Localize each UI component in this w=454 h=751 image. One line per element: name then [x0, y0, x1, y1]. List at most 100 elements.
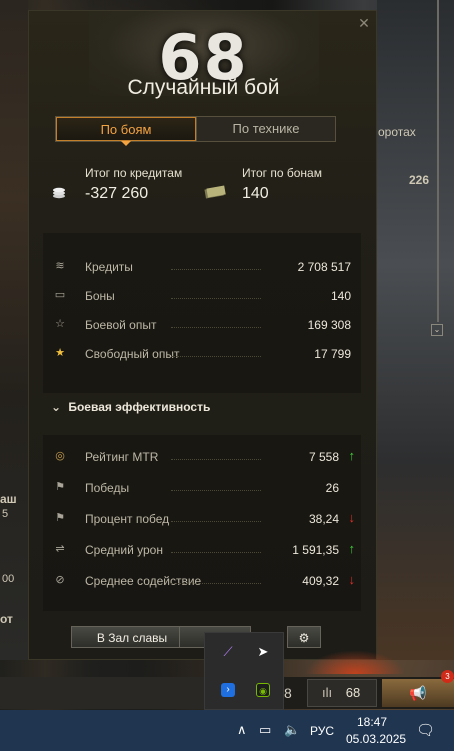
notification-center-icon[interactable]: 🗨 — [416, 721, 435, 739]
background-value: 226 — [409, 173, 430, 187]
total-bonds: Итог по бонам 140 — [242, 166, 322, 203]
stats-button[interactable]: ılı 68 — [307, 679, 377, 707]
total-credits-value: -327 260 — [85, 185, 149, 202]
bonds-icon — [204, 185, 226, 199]
battle-results-panel: ✕ 68 Случайный бой По боям По технике Ит… — [28, 10, 377, 660]
efficiency-value: 26 — [325, 481, 339, 495]
stats-value: 68 — [345, 685, 361, 700]
free-xp-star-icon: ★ — [55, 347, 65, 359]
clock-date[interactable]: 05.03.2025 — [346, 732, 406, 746]
system-tray-popup: ⟋ ➤ › ◉ — [204, 632, 284, 710]
volume-icon[interactable]: 🔈 — [284, 722, 300, 738]
credits-icon: ≋ — [55, 260, 65, 272]
background-fragment: 5 — [2, 508, 9, 520]
efficiency-row-victories: ⚑ Победы 26 — [43, 478, 361, 498]
network-icon[interactable]: ▭ — [259, 722, 271, 738]
resource-label: Боны — [85, 289, 115, 303]
dotted-leader — [171, 327, 261, 328]
win-rate-flag-icon: ⚑ — [55, 512, 65, 524]
tab-by-battles[interactable]: По боям — [56, 117, 196, 146]
trend-down-icon: ↓ — [348, 510, 356, 525]
efficiency-label: Процент побед — [85, 512, 170, 526]
battle-mode-title: Случайный бой — [127, 76, 280, 99]
background-fragment: от — [0, 612, 13, 626]
resources-list: ≋ Кредиты 2 708 517 ▭ Боны 140 ☆ Боевой … — [43, 233, 361, 393]
nvidia-icon[interactable]: ◉ — [256, 683, 270, 697]
gear-icon[interactable]: ⚙ — [287, 626, 321, 648]
background-fragment: 00 — [2, 573, 15, 585]
chevron-up-icon[interactable]: ∧ — [237, 722, 247, 738]
bonds-icon: ▭ — [54, 289, 66, 301]
bottom-left-value: 8 — [284, 685, 292, 701]
dotted-leader — [171, 298, 261, 299]
bar-chart-icon: ılı — [322, 685, 333, 700]
victory-flag-icon: ⚑ — [55, 481, 65, 493]
chevron-down-icon[interactable]: ⌄ — [51, 400, 65, 414]
background-scrollbar[interactable]: ⌄ — [431, 0, 445, 340]
efficiency-section-title: Боевая эффективность — [68, 400, 211, 414]
resource-row-free-xp: ★ Свободный опыт 17 799 — [43, 344, 361, 364]
results-tabs: По боям По технике — [55, 116, 336, 146]
dotted-leader — [171, 269, 261, 270]
resource-label: Свободный опыт — [85, 347, 180, 361]
dotted-leader — [171, 356, 261, 357]
total-credits: Итог по кредитам -327 260 — [85, 166, 182, 203]
notifications-button[interactable]: 📢 — [382, 679, 454, 707]
xp-star-icon: ☆ — [55, 318, 65, 330]
tab-by-vehicles[interactable]: По технике — [196, 117, 335, 141]
background-fragment: аш — [0, 492, 17, 506]
scroll-down-chevron-icon[interactable]: ⌄ — [431, 324, 443, 336]
trend-down-icon: ↓ — [348, 572, 356, 587]
resource-value: 17 799 — [314, 347, 351, 361]
mtr-rating-icon: ◎ — [55, 450, 65, 462]
efficiency-value: 38,24 — [308, 512, 339, 526]
trend-up-icon: ↑ — [348, 448, 356, 463]
total-bonds-value: 140 — [242, 185, 269, 202]
resource-label: Кредиты — [85, 260, 133, 274]
megaphone-icon: 📢 — [409, 685, 427, 701]
hall-of-fame-button[interactable]: В Зал славы — [71, 626, 193, 648]
efficiency-section-header[interactable]: ⌄ Боевая эффективность — [51, 400, 210, 414]
efficiency-row-win-rate: ⚑ Процент побед 38,24 ↓ — [43, 509, 361, 529]
dotted-leader — [171, 552, 261, 553]
total-bonds-label: Итог по бонам — [242, 166, 322, 180]
language-indicator[interactable]: РУС — [310, 724, 334, 738]
arrow-app-icon[interactable]: › — [221, 683, 235, 697]
efficiency-row-avg-assist: ⊘ Среднее содействие 409,32 ↓ — [43, 571, 361, 591]
resource-label: Боевой опыт — [85, 318, 157, 332]
efficiency-label: Рейтинг MTR — [85, 450, 159, 464]
coins-icon — [53, 187, 65, 199]
scroll-track[interactable] — [437, 0, 439, 322]
total-credits-label: Итог по кредитам — [85, 166, 183, 180]
efficiency-row-avg-damage: ⇌ Средний урон 1 591,35 ↑ — [43, 540, 361, 560]
resource-row-credits: ≋ Кредиты 2 708 517 — [43, 257, 361, 277]
notification-badge: 3 — [441, 670, 454, 683]
efficiency-row-mtr: ◎ Рейтинг MTR 7 558 ↑ — [43, 447, 361, 467]
efficiency-label: Средний урон — [85, 543, 163, 557]
resource-value: 169 308 — [307, 318, 351, 332]
dotted-leader — [171, 583, 261, 584]
efficiency-label: Среднее содействие — [85, 574, 202, 588]
windows-taskbar: ∧ ▭ 🔈 РУС 18:47 05.03.2025 🗨 — [0, 710, 454, 751]
feather-app-icon[interactable]: ⟋ — [217, 641, 239, 663]
resource-row-bonds: ▭ Боны 140 — [43, 286, 361, 306]
efficiency-value: 409,32 — [302, 574, 339, 588]
resource-row-combat-xp: ☆ Боевой опыт 169 308 — [43, 315, 361, 335]
damage-icon: ⇌ — [55, 543, 65, 555]
resource-value: 140 — [330, 289, 351, 303]
trend-up-icon: ↑ — [348, 541, 356, 556]
telegram-icon[interactable]: ➤ — [252, 641, 274, 663]
orange-glow-decoration — [305, 650, 405, 674]
bottom-left-panel — [0, 677, 206, 709]
background-label: оротах — [378, 125, 416, 139]
efficiency-value: 1 591,35 — [292, 543, 339, 557]
efficiency-list: ◎ Рейтинг MTR 7 558 ↑ ⚑ Победы 26 ⚑ Проц… — [43, 435, 361, 611]
assist-icon: ⊘ — [55, 574, 65, 586]
clock-time[interactable]: 18:47 — [357, 715, 387, 729]
efficiency-label: Победы — [85, 481, 130, 495]
dotted-leader — [171, 490, 261, 491]
background-left-strip — [0, 0, 28, 660]
resource-value: 2 708 517 — [297, 260, 351, 274]
dotted-leader — [171, 459, 261, 460]
efficiency-value: 7 558 — [308, 450, 339, 464]
